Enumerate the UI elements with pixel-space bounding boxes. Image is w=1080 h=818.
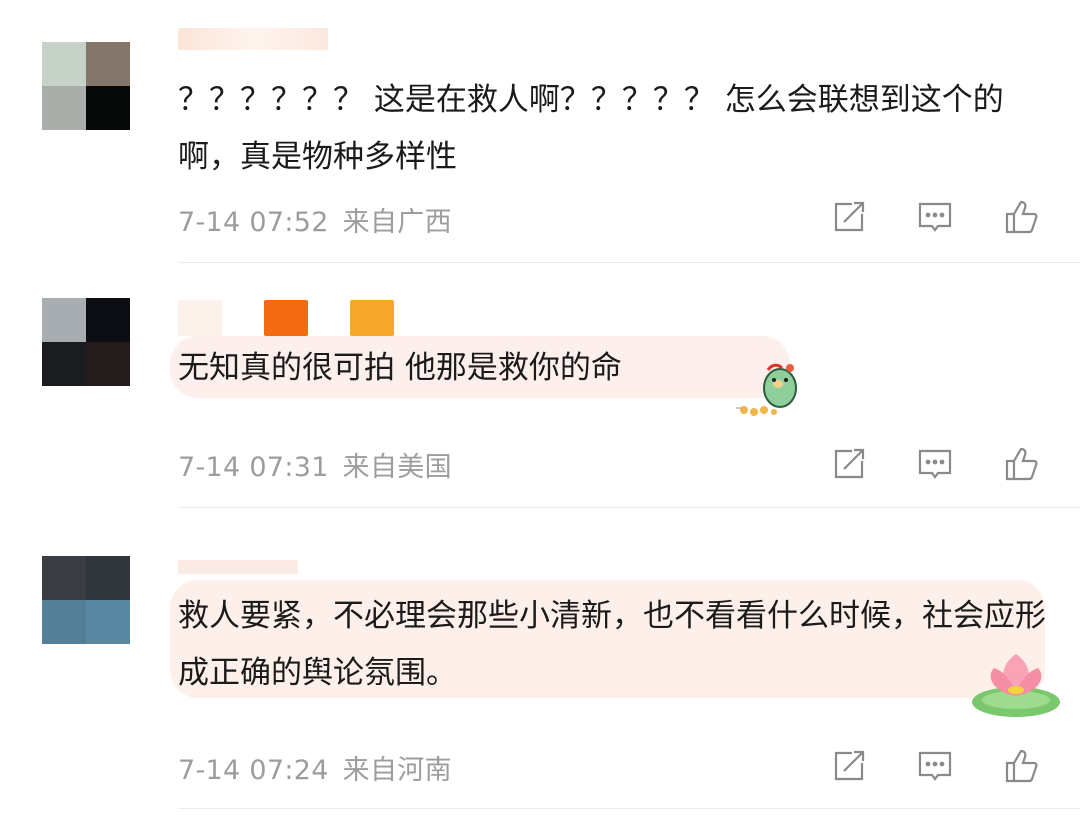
avatar[interactable] — [42, 42, 130, 130]
avatar-tile — [86, 86, 130, 130]
like-icon[interactable] — [1002, 198, 1040, 236]
comment-text: 救人要紧，不必理会那些小清新，也不看看什么时候，社会应形成正确的舆论氛围。 — [178, 598, 1046, 691]
share-icon[interactable] — [830, 747, 868, 785]
comment-icon[interactable] — [916, 445, 954, 483]
avatar-tile — [86, 342, 130, 386]
divider — [178, 262, 1080, 263]
comment-actions — [830, 747, 1040, 785]
avatar-tile — [42, 556, 86, 600]
like-icon[interactable] — [1002, 747, 1040, 785]
comment-meta: 7-14 07:24 来自河南 — [178, 748, 452, 787]
name-blur — [178, 560, 298, 574]
divider — [178, 808, 1080, 809]
comment-meta: 7-14 07:52 来自广西 — [178, 200, 452, 239]
avatar-tile — [42, 42, 86, 86]
comment-location: 来自美国 — [342, 452, 452, 483]
name-blur — [178, 300, 222, 336]
comment-text: ？？？？？？ 这是在救人啊？？？？？ 怎么会联想到这个的啊，真是物种多样性 — [178, 82, 1004, 175]
comment-time: 7-14 07:52 — [178, 207, 329, 238]
username-blurred[interactable] — [178, 300, 394, 340]
name-blur — [264, 300, 308, 336]
avatar-tile — [42, 298, 86, 342]
username-blurred[interactable] — [178, 28, 328, 68]
avatar-tile — [86, 42, 130, 86]
like-icon[interactable] — [1002, 445, 1040, 483]
avatar-tile — [86, 556, 130, 600]
comment-actions — [830, 445, 1040, 483]
comment-time: 7-14 07:24 — [178, 755, 329, 786]
avatar-tile — [86, 600, 130, 644]
avatar[interactable] — [42, 556, 130, 644]
share-icon[interactable] — [830, 198, 868, 236]
name-blur — [350, 300, 394, 336]
avatar[interactable] — [42, 298, 130, 386]
comment-icon[interactable] — [916, 198, 954, 236]
comment-time: 7-14 07:31 — [178, 452, 329, 483]
lotus-sticker — [970, 646, 1062, 724]
avatar-tile — [86, 298, 130, 342]
comment-actions — [830, 198, 1040, 236]
comment-location: 来自广西 — [342, 207, 452, 238]
gourd-character-sticker — [734, 360, 806, 424]
comment-meta: 7-14 07:31 来自美国 — [178, 445, 452, 484]
avatar-tile — [42, 342, 86, 386]
share-icon[interactable] — [830, 445, 868, 483]
comment-icon[interactable] — [916, 747, 954, 785]
comment-text: 无知真的很可拍 他那是救你的命 — [178, 350, 622, 386]
comment-location: 来自河南 — [342, 755, 452, 786]
avatar-tile — [42, 86, 86, 130]
avatar-tile — [42, 600, 86, 644]
divider — [178, 507, 1080, 508]
name-blur — [178, 28, 328, 50]
